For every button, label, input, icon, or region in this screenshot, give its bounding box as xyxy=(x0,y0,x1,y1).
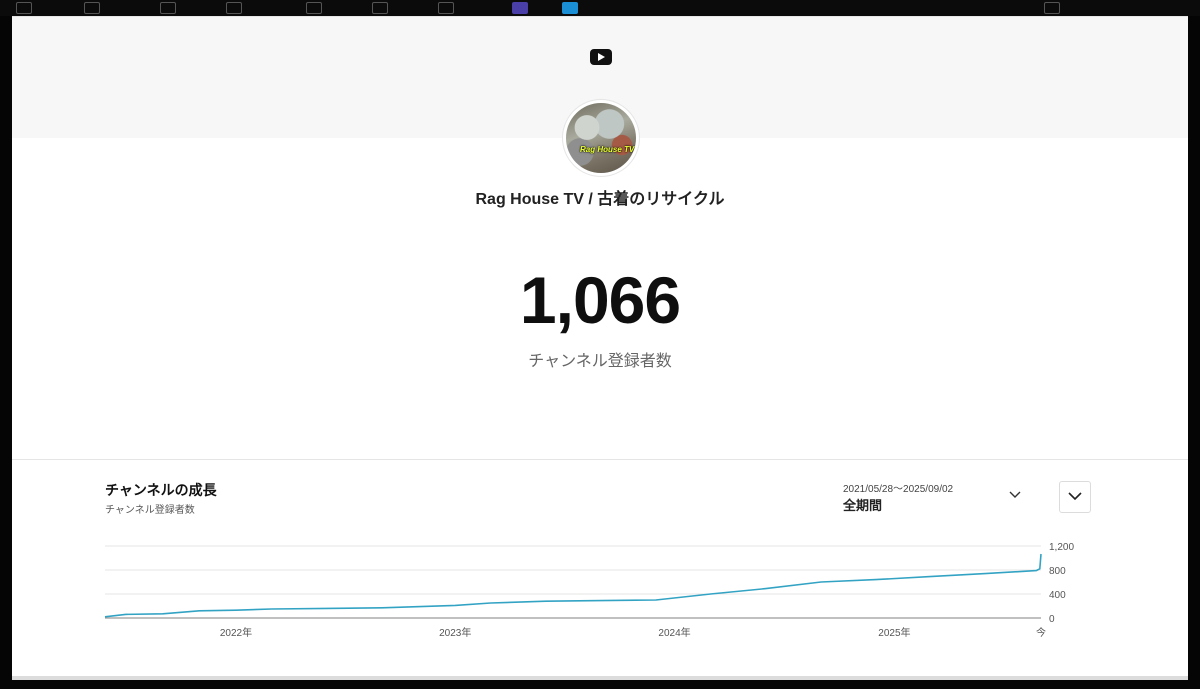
x-tick-label: 2024年 xyxy=(658,626,690,639)
channel-name[interactable]: Rag House TV / 古着のリサイクル xyxy=(12,185,1188,209)
expand-chart-button[interactable] xyxy=(1059,481,1091,513)
x-tick-label: 2022年 xyxy=(220,626,252,639)
youtube-logo-icon[interactable] xyxy=(590,49,612,65)
period-selector-label[interactable]: 全期間 xyxy=(843,495,882,514)
growth-section-subtitle: チャンネル登録者数 xyxy=(105,505,195,516)
subscriber-growth-chart[interactable]: 0 400 800 1,200 2022年 2023年 2024年 2025年 今 xyxy=(12,531,1188,661)
date-range-text[interactable]: 2021/05/28〜2025/09/02 xyxy=(843,480,953,495)
bottom-border xyxy=(12,676,1188,680)
browser-bookmarks-bar xyxy=(0,0,1200,16)
series-line[interactable] xyxy=(104,553,1042,618)
bookmark-folder-icon[interactable] xyxy=(226,2,242,14)
y-tick-label: 800 xyxy=(1049,566,1066,577)
subscriber-count: 1,066 xyxy=(519,263,681,337)
subscriber-count-label: チャンネル登録者数 xyxy=(528,353,672,370)
y-tick-label: 400 xyxy=(1049,590,1066,601)
channel-avatar[interactable]: Rag House TV xyxy=(563,100,639,176)
y-tick-label: 0 xyxy=(1049,614,1055,625)
bookmark-folder-icon[interactable] xyxy=(438,2,454,14)
avatar-image: Rag House TV xyxy=(566,103,636,173)
x-tick-label: 2025年 xyxy=(878,626,910,639)
page-content: Rag House TV Rag House TV / 古着のリサイクル 1,0… xyxy=(12,16,1188,680)
bookmark-folder-icon[interactable] xyxy=(372,2,388,14)
x-tick-label: 今 xyxy=(1036,626,1046,639)
avatar-caption: Rag House TV xyxy=(580,145,635,154)
section-divider xyxy=(12,459,1188,460)
bookmark-site-icon[interactable] xyxy=(562,2,578,14)
chevron-down-icon xyxy=(1068,492,1082,501)
x-tick-label: 2023年 xyxy=(439,626,471,639)
bookmark-folder-icon[interactable] xyxy=(160,2,176,14)
y-tick-label: 1,200 xyxy=(1049,542,1074,553)
bookmark-site-icon[interactable] xyxy=(512,2,528,14)
growth-section-title: チャンネルの成長 xyxy=(105,482,217,498)
bookmark-folder-icon[interactable] xyxy=(306,2,322,14)
bookmark-folder-icon[interactable] xyxy=(84,2,100,14)
bookmark-folder-icon[interactable] xyxy=(16,2,32,14)
chevron-down-icon[interactable] xyxy=(1008,488,1022,502)
bookmark-folder-icon[interactable] xyxy=(1044,2,1060,14)
